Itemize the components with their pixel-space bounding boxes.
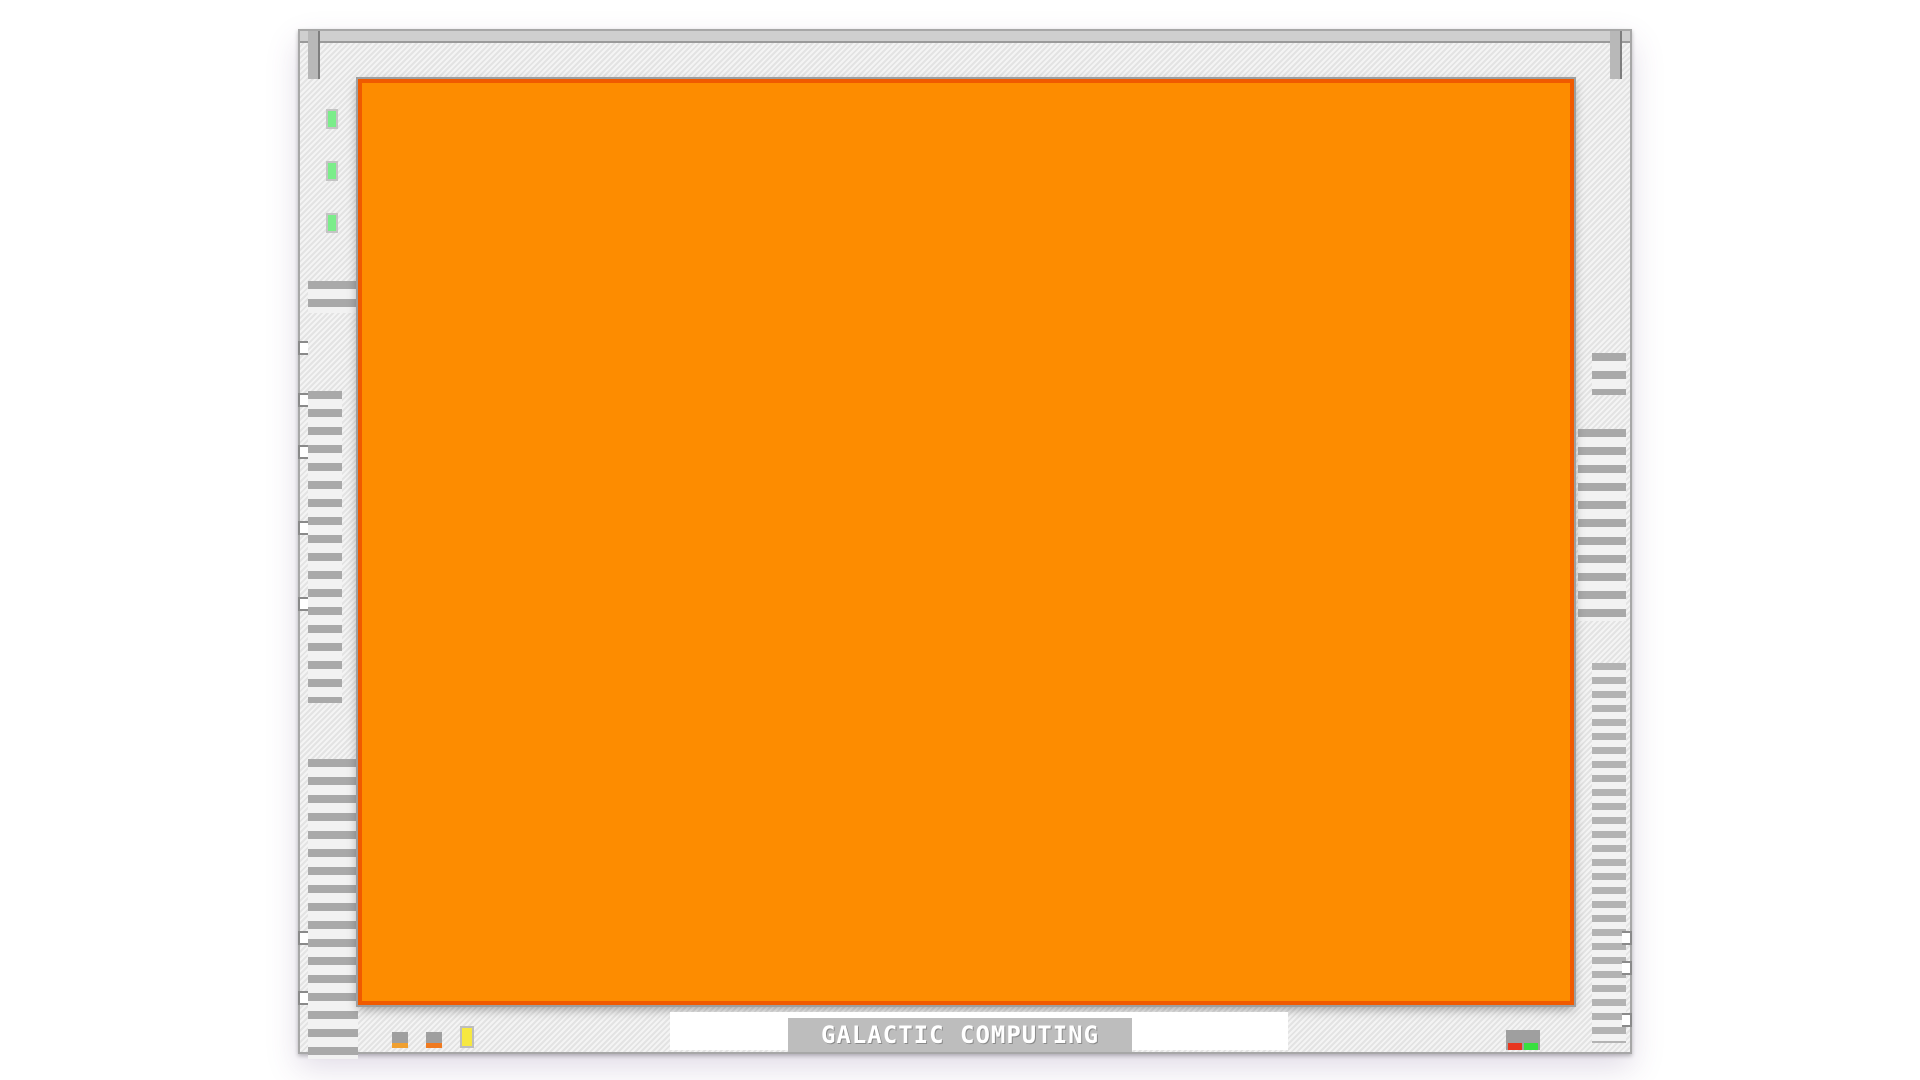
status-lamp-red	[1508, 1043, 1522, 1050]
top-left-handle	[308, 31, 320, 79]
right-notch	[1622, 1013, 1632, 1027]
indicator-led-1	[326, 109, 338, 129]
right-vent-middle	[1578, 429, 1626, 621]
left-vent-upper	[308, 281, 358, 313]
right-vent-lower	[1592, 663, 1626, 1043]
button-lamp	[426, 1043, 442, 1048]
left-notch	[298, 445, 308, 459]
right-notch	[1622, 931, 1632, 945]
right-vent-upper	[1592, 353, 1626, 395]
status-lights	[1506, 1030, 1540, 1050]
left-vent-middle	[308, 391, 342, 703]
left-notch	[298, 521, 308, 535]
button-lamp	[392, 1043, 408, 1048]
left-notch	[298, 991, 308, 1005]
top-right-handle	[1610, 31, 1622, 79]
indicator-led-2	[326, 161, 338, 181]
indicator-led-3	[326, 213, 338, 233]
right-notch	[1622, 961, 1632, 975]
left-notch	[298, 341, 308, 355]
bezel-top-edge	[300, 31, 1630, 43]
bottom-button-2[interactable]	[426, 1032, 442, 1048]
left-notch	[298, 393, 308, 407]
bottom-button-1[interactable]	[392, 1032, 408, 1048]
power-indicator	[460, 1026, 474, 1048]
left-notch	[298, 597, 308, 611]
brand-label: GALACTIC COMPUTING	[788, 1018, 1132, 1052]
left-notch	[298, 931, 308, 945]
monitor-screen[interactable]	[358, 79, 1574, 1005]
monitor-bottom-panel: GALACTIC COMPUTING	[310, 1012, 1620, 1052]
status-lamp-green	[1524, 1043, 1538, 1050]
